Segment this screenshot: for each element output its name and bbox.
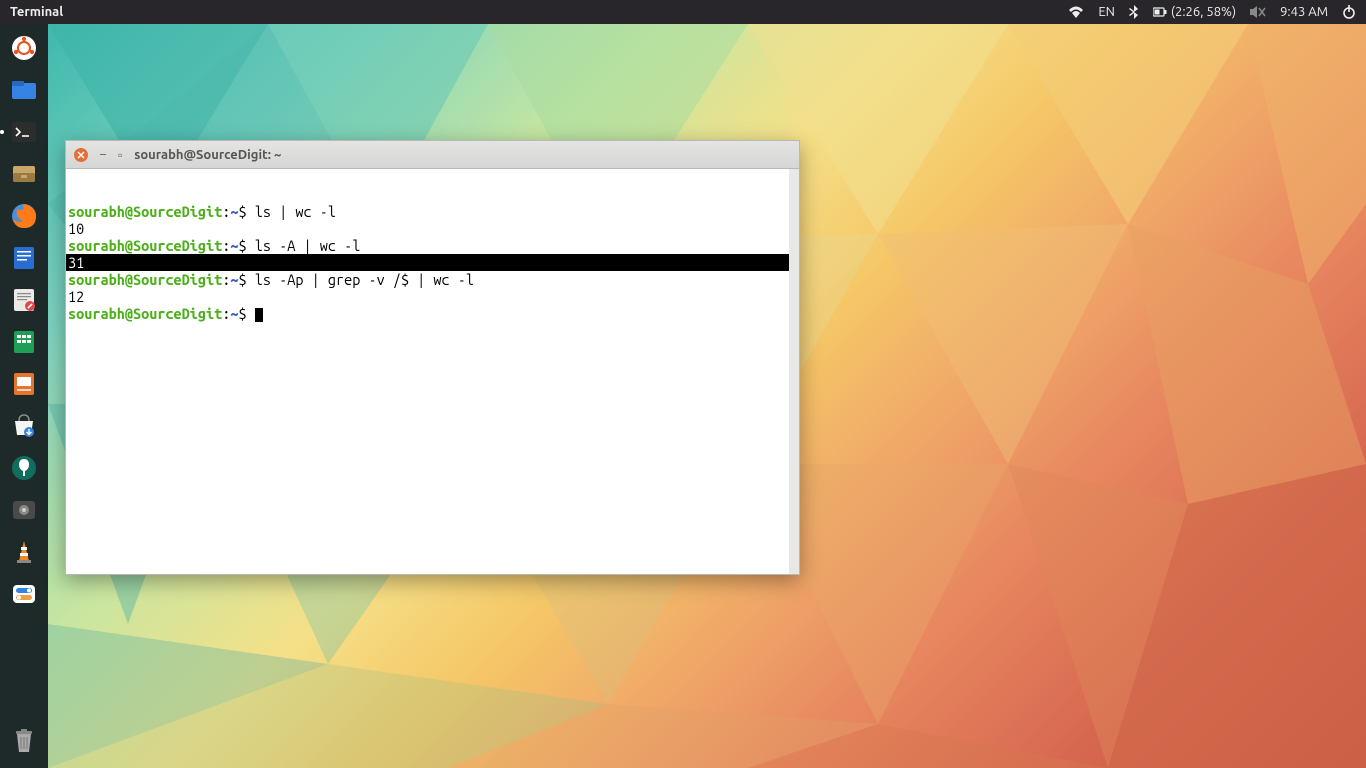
wifi-icon[interactable] — [1068, 6, 1084, 18]
top-panel: Terminal EN (2:26, 58%) 9:43 AM — [0, 0, 1366, 24]
power-icon[interactable] — [1342, 5, 1356, 19]
bluetooth-icon[interactable] — [1129, 5, 1139, 19]
battery-indicator[interactable]: (2:26, 58%) — [1153, 5, 1236, 19]
volume-muted-icon[interactable] — [1250, 5, 1266, 19]
window-maximize-button[interactable]: ▫ — [118, 148, 122, 162]
scrollbar[interactable] — [789, 169, 799, 574]
dock-toggle-app[interactable] — [6, 576, 42, 612]
dock-text-editor[interactable] — [6, 282, 42, 318]
terminal-line: 31 — [66, 254, 799, 271]
terminal-line: 12 — [66, 288, 799, 305]
clock[interactable]: 9:43 AM — [1280, 5, 1328, 19]
dock-files[interactable] — [6, 72, 42, 108]
dock-software-center[interactable] — [6, 408, 42, 444]
window-close-button[interactable] — [74, 148, 88, 162]
terminal-line: sourabh@SourceDigit:~$ ls -Ap | grep -v … — [66, 271, 799, 288]
dock-file-manager[interactable] — [6, 156, 42, 192]
launcher-dock — [0, 24, 48, 768]
window-minimize-button[interactable]: – — [100, 148, 106, 161]
terminal-window[interactable]: – ▫ sourabh@SourceDigit: ~ sourabh@Sourc… — [65, 140, 800, 575]
terminal-line: 10 — [66, 220, 799, 237]
dock-writer[interactable] — [6, 240, 42, 276]
terminal-line: sourabh@SourceDigit:~$ — [66, 305, 799, 322]
active-window-title: Terminal — [10, 5, 63, 19]
window-title: sourabh@SourceDigit: ~ — [134, 148, 281, 162]
dock-impress[interactable] — [6, 366, 42, 402]
dock-terminal[interactable] — [6, 114, 42, 150]
terminal-line: sourabh@SourceDigit:~$ ls -A | wc -l — [66, 237, 799, 254]
dock-image-viewer[interactable] — [6, 492, 42, 528]
dock-settings[interactable] — [6, 450, 42, 486]
battery-text: (2:26, 58%) — [1171, 5, 1236, 19]
dock-vlc[interactable] — [6, 534, 42, 570]
terminal-cursor — [255, 308, 263, 322]
system-tray: EN (2:26, 58%) 9:43 AM — [1068, 5, 1356, 19]
dock-firefox[interactable] — [6, 198, 42, 234]
terminal-content[interactable]: sourabh@SourceDigit:~$ ls | wc -l10soura… — [66, 169, 799, 574]
dock-calc[interactable] — [6, 324, 42, 360]
dock-trash[interactable] — [6, 722, 42, 758]
language-indicator[interactable]: EN — [1098, 5, 1115, 19]
dock-show-applications[interactable] — [6, 30, 42, 66]
terminal-line: sourabh@SourceDigit:~$ ls | wc -l — [66, 203, 799, 220]
window-titlebar[interactable]: – ▫ sourabh@SourceDigit: ~ — [66, 141, 799, 169]
